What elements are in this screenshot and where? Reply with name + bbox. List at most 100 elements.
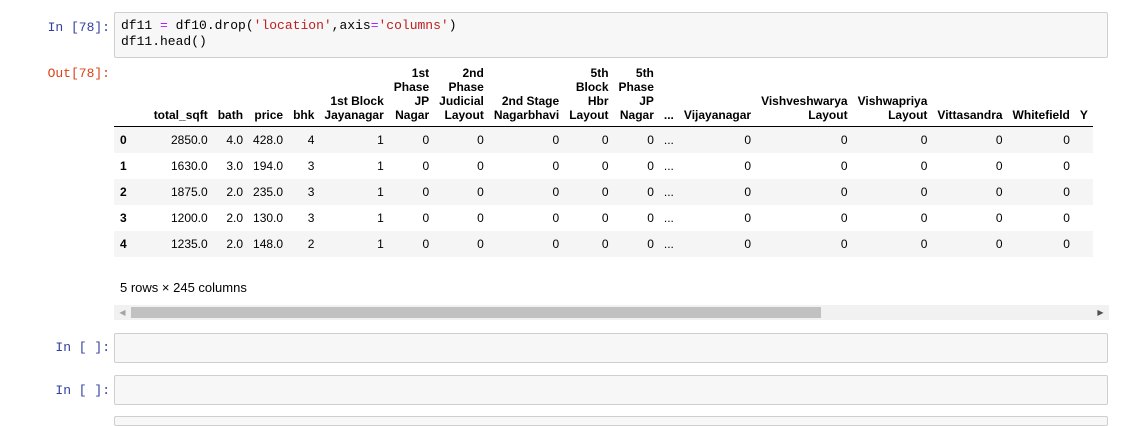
table-cell: 3 bbox=[307, 184, 315, 199]
table-cell: 0 bbox=[995, 236, 1003, 251]
column-header: Vijayanagar bbox=[683, 108, 752, 122]
column-header: Whitefield bbox=[1012, 108, 1070, 122]
table-cell: 1 bbox=[377, 158, 384, 173]
table-cell: 0 bbox=[601, 236, 609, 251]
table-cell: 148.0 bbox=[253, 236, 284, 251]
column-header: total_sqft bbox=[153, 108, 208, 122]
table-cell: 4.0 bbox=[226, 132, 244, 147]
row-index: 1 bbox=[120, 158, 127, 173]
table-cell: 0 bbox=[552, 184, 560, 199]
code-editor-empty[interactable] bbox=[114, 333, 1108, 363]
table-cell: 0 bbox=[477, 184, 484, 199]
table-cell: ... bbox=[663, 184, 674, 199]
table-cell: 2 bbox=[307, 236, 315, 251]
column-header: 1st Block Jayanagar bbox=[324, 94, 384, 122]
table-cell: 0 bbox=[920, 236, 928, 251]
column-header: Vishwapriya Layout bbox=[857, 94, 928, 122]
table-cell: 0 bbox=[1063, 210, 1070, 225]
table-cell bbox=[1075, 205, 1093, 231]
table-cell: ... bbox=[663, 236, 674, 251]
table-cell: 0 bbox=[477, 158, 484, 173]
table-cell: 0 bbox=[601, 184, 609, 199]
code-editor-empty[interactable] bbox=[114, 375, 1108, 405]
table-cell bbox=[1075, 127, 1093, 153]
input-prompt-empty: In [ ]: bbox=[55, 383, 110, 398]
table-cell bbox=[1075, 153, 1093, 179]
column-header: 5th Block Hbr Layout bbox=[569, 66, 609, 122]
table-cell: 0 bbox=[422, 184, 430, 199]
table-cell: 0 bbox=[995, 184, 1003, 199]
table-cell: 0 bbox=[995, 132, 1003, 147]
row-index: 4 bbox=[120, 236, 127, 251]
table-cell: 0 bbox=[552, 132, 560, 147]
table-cell: 3 bbox=[307, 158, 315, 173]
scroll-left-icon[interactable]: ◀ bbox=[115, 305, 130, 320]
table-cell: 428.0 bbox=[253, 132, 284, 147]
column-header: ... bbox=[663, 108, 674, 122]
horizontal-scrollbar[interactable]: ◀ ▶ bbox=[114, 305, 1109, 320]
column-header: bhk bbox=[293, 108, 315, 122]
table-cell: 0 bbox=[840, 158, 848, 173]
table-cell: 0 bbox=[840, 132, 848, 147]
code-editor-partial[interactable] bbox=[114, 416, 1108, 426]
table-cell: 0 bbox=[744, 158, 752, 173]
table-cell: 0 bbox=[744, 132, 752, 147]
table-cell bbox=[1075, 179, 1093, 205]
table-cell: 2850.0 bbox=[170, 132, 208, 147]
table-cell: 1630.0 bbox=[170, 158, 208, 173]
column-header: Y bbox=[1079, 108, 1088, 122]
table-cell: 0 bbox=[920, 210, 928, 225]
code-token: = bbox=[160, 18, 168, 33]
table-cell: 194.0 bbox=[253, 158, 284, 173]
code-token: df11 bbox=[121, 18, 161, 33]
table-cell: 0 bbox=[647, 184, 654, 199]
table-cell: 0 bbox=[1063, 236, 1070, 251]
table-cell: 1200.0 bbox=[170, 210, 208, 225]
column-header: 2nd Stage Nagarbhavi bbox=[493, 94, 560, 122]
table-cell: 0 bbox=[1063, 184, 1070, 199]
table-cell: 0 bbox=[552, 236, 560, 251]
column-header: 5th Phase JP Nagar bbox=[618, 66, 654, 122]
code-token: ) bbox=[448, 18, 457, 33]
table-cell: 0 bbox=[744, 236, 752, 251]
table-cell: 0 bbox=[422, 158, 430, 173]
column-header: 2nd Phase Judicial Layout bbox=[439, 66, 484, 122]
table-cell: 0 bbox=[1063, 132, 1070, 147]
scrollbar-thumb[interactable] bbox=[131, 307, 821, 318]
table-row: 3 1200.0 2.0 130.0 3 1 0 0 0 0 0... 0 0 0 0 0 bbox=[114, 205, 1093, 231]
table-cell: 4 bbox=[307, 132, 315, 147]
table-cell: 1875.0 bbox=[170, 184, 208, 199]
table-cell: ... bbox=[663, 158, 674, 173]
table-cell: 0 bbox=[920, 158, 928, 173]
table-cell: 3.0 bbox=[226, 158, 244, 173]
table-cell: 0 bbox=[840, 184, 848, 199]
table-cell: 0 bbox=[647, 132, 654, 147]
table-cell: 0 bbox=[601, 158, 609, 173]
dataframe-shape: 5 rows × 245 columns bbox=[120, 280, 247, 295]
scroll-right-icon[interactable]: ▶ bbox=[1093, 305, 1108, 320]
table-cell: 1235.0 bbox=[170, 236, 208, 251]
table-cell: 0 bbox=[422, 210, 430, 225]
table-cell: 0 bbox=[840, 236, 848, 251]
code-token: 'location' bbox=[253, 18, 332, 33]
input-prompt-empty: In [ ]: bbox=[55, 340, 110, 355]
code-token: = bbox=[370, 18, 379, 33]
code-text: df11 = df10.drop('location',axis='column… bbox=[115, 13, 1107, 50]
table-cell: 0 bbox=[995, 158, 1003, 173]
table-header-row: total_sqft bath price bhk 1st Block Jayanagar… bbox=[114, 66, 1093, 127]
code-token: df10.drop( bbox=[167, 18, 254, 33]
table-cell: 1 bbox=[377, 132, 384, 147]
table-row: 1 1630.0 3.0 194.0 3 1 0 0 0 0 0... 0 0 0 0 0 bbox=[114, 153, 1093, 179]
table-cell: 0 bbox=[477, 236, 484, 251]
table-cell: 0 bbox=[1063, 158, 1070, 173]
column-header: Vishveshwarya Layout bbox=[761, 94, 848, 122]
code-editor-78[interactable]: df11 = df10.drop('location',axis='column… bbox=[114, 12, 1108, 58]
table-cell: 0 bbox=[601, 132, 609, 147]
dataframe-table: total_sqft bath price bhk 1st Block Jayanagar… bbox=[114, 66, 1093, 257]
table-cell: 235.0 bbox=[253, 184, 284, 199]
table-cell: 0 bbox=[647, 236, 654, 251]
table-cell: 0 bbox=[422, 236, 430, 251]
column-header: price bbox=[254, 108, 284, 122]
table-cell: 0 bbox=[920, 184, 928, 199]
table-cell: 0 bbox=[647, 158, 654, 173]
